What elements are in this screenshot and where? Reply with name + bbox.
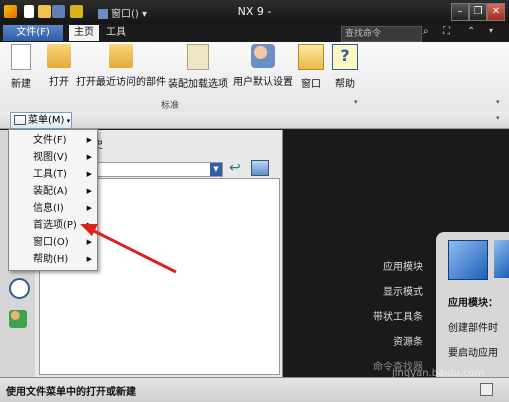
annotation-arrow: [80, 224, 177, 274]
status-icon[interactable]: [480, 383, 493, 396]
status-text: 使用文件菜单中的打开或新建: [6, 387, 136, 398]
arrow-shaft: [91, 228, 177, 274]
status-bar: 使用文件菜单中的打开或新建: [0, 377, 509, 402]
